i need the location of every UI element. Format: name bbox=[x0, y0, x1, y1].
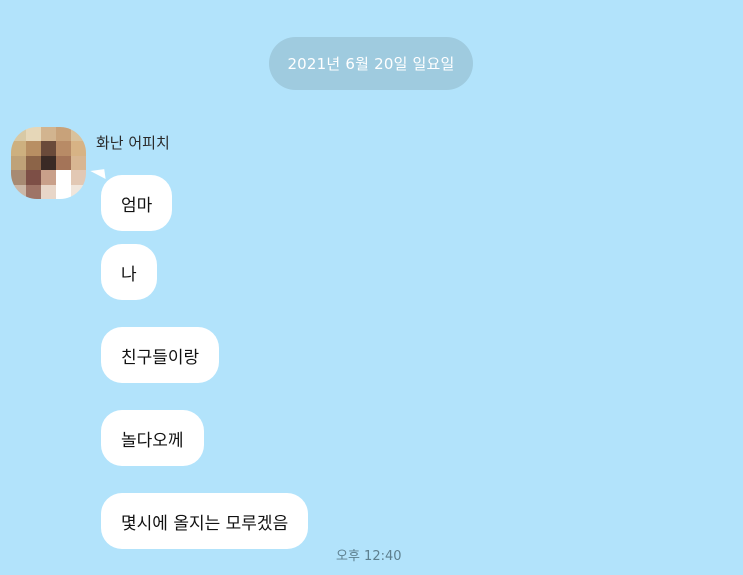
sender-name: 화난 어피치 bbox=[96, 134, 170, 152]
message-bubble[interactable]: 몇시에 올지는 모루겠음 bbox=[101, 493, 309, 549]
message-timestamp: 오후 12:40 bbox=[336, 549, 402, 564]
date-separator: 2021년 6월 20일 일요일 bbox=[269, 37, 473, 90]
message-bubble[interactable]: 놀다오께 bbox=[101, 410, 204, 466]
message-bubble[interactable]: 나 bbox=[101, 244, 157, 300]
message-bubble[interactable]: 엄마 bbox=[101, 175, 173, 231]
bubble-tail bbox=[90, 169, 106, 181]
sender-avatar[interactable] bbox=[11, 127, 86, 199]
message-bubble[interactable]: 친구들이랑 bbox=[101, 327, 220, 383]
